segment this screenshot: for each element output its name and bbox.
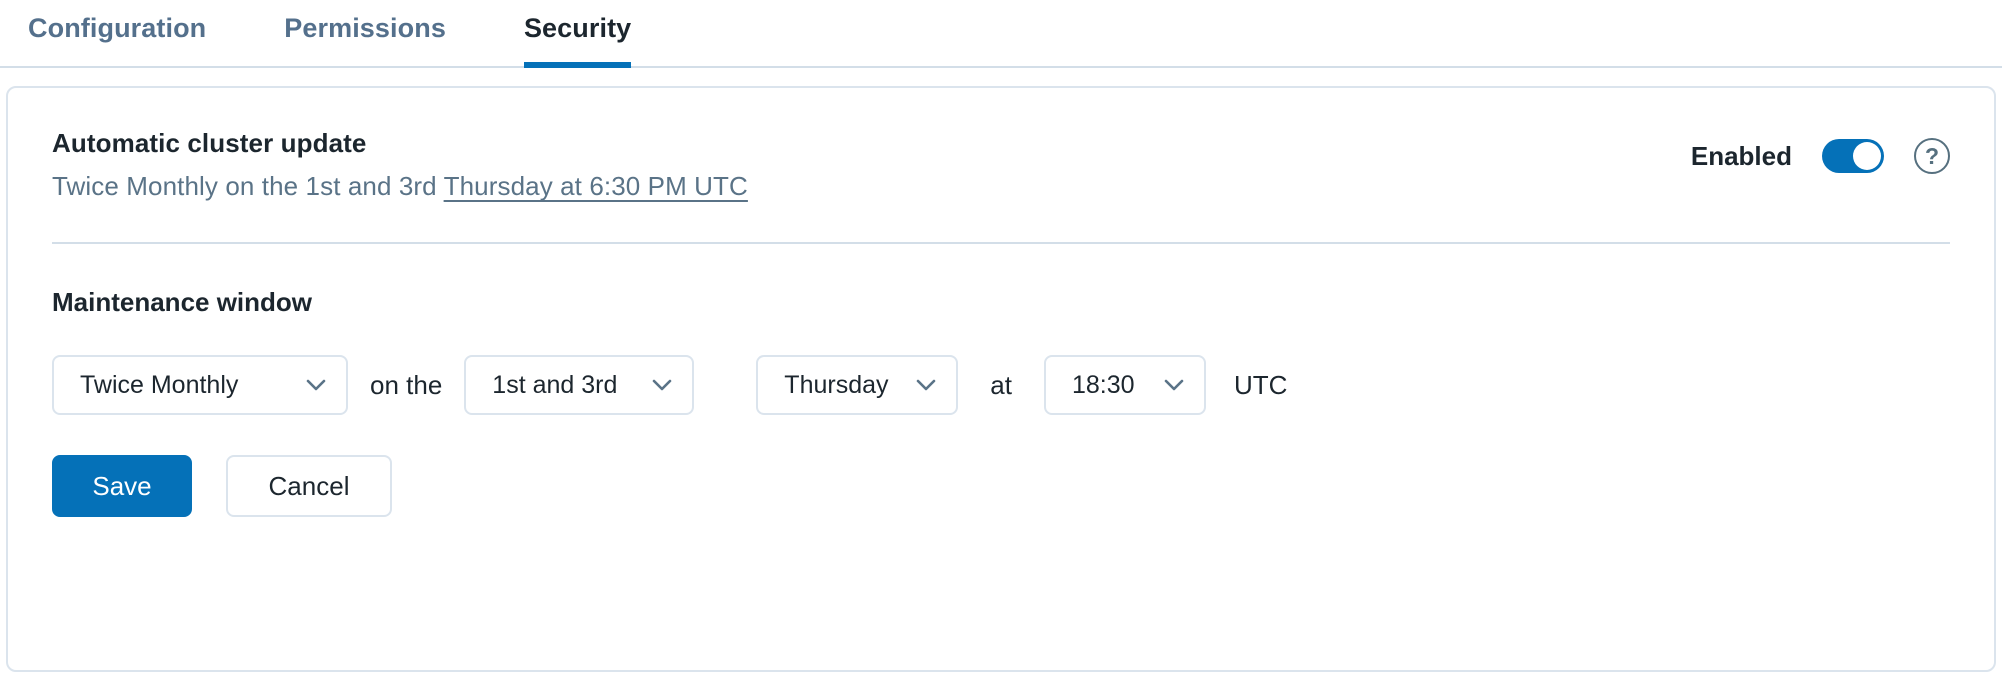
tab-security-label: Security (523, 12, 632, 43)
timezone-label: UTC (1233, 369, 1288, 400)
time-select-value: 18:30 (1071, 370, 1135, 399)
tab-permissions-label: Permissions (284, 12, 446, 43)
auto-update-toggle-group: Enabled ? (1691, 128, 1950, 174)
tab-configuration-label: Configuration (28, 12, 207, 43)
section-divider (52, 242, 1950, 244)
maintenance-window-controls: Twice Monthly on the 1st and 3rd Thursda… (52, 355, 1950, 415)
toggle-knob (1853, 142, 1881, 170)
auto-update-toggle-switch[interactable] (1822, 139, 1884, 173)
save-button-label: Save (92, 470, 152, 501)
settings-card-wrapper: Automatic cluster update Twice Monthly o… (0, 68, 2002, 672)
maintenance-window-title: Maintenance window (52, 287, 313, 317)
automatic-cluster-update-section: Automatic cluster update Twice Monthly o… (52, 88, 1950, 202)
day-select-value: Thursday (784, 370, 889, 399)
chevron-down-icon (306, 379, 326, 391)
tab-bar: Configuration Permissions Security (0, 0, 2002, 68)
tab-security[interactable]: Security (514, 0, 641, 68)
week-select[interactable]: 1st and 3rd (464, 355, 695, 415)
frequency-select[interactable]: Twice Monthly (52, 355, 348, 415)
auto-update-toggle-label: Enabled (1690, 140, 1792, 171)
cancel-button[interactable]: Cancel (226, 455, 392, 517)
chevron-down-icon (916, 379, 936, 391)
automatic-cluster-update-description: Twice Monthly on the 1st and 3rd Thursda… (52, 171, 748, 202)
help-circle-icon[interactable]: ? (1914, 138, 1950, 174)
week-select-value: 1st and 3rd (492, 370, 618, 399)
cancel-button-label: Cancel (268, 470, 350, 501)
automatic-cluster-update-title: Automatic cluster update (52, 128, 367, 158)
tab-permissions[interactable]: Permissions (274, 0, 456, 68)
label-on-the: on the (370, 369, 443, 400)
security-settings-card: Automatic cluster update Twice Monthly o… (6, 86, 1996, 672)
save-button[interactable]: Save (52, 455, 192, 517)
schedule-summary-prefix: Twice Monthly on the 1st and 3rd (52, 171, 444, 201)
chevron-down-icon (652, 379, 672, 391)
automatic-cluster-update-text: Automatic cluster update Twice Monthly o… (52, 128, 748, 202)
chevron-down-icon (1164, 379, 1184, 391)
tab-configuration[interactable]: Configuration (18, 0, 216, 68)
label-at: at (990, 369, 1012, 400)
tab-bar-divider (0, 66, 2002, 68)
form-actions: Save Cancel (52, 455, 1950, 517)
schedule-summary-link[interactable]: Thursday at 6:30 PM UTC (444, 171, 748, 201)
time-select[interactable]: 18:30 (1043, 355, 1206, 415)
help-icon-glyph: ? (1924, 142, 1940, 169)
day-select[interactable]: Thursday (756, 355, 959, 415)
frequency-select-value: Twice Monthly (80, 370, 239, 399)
